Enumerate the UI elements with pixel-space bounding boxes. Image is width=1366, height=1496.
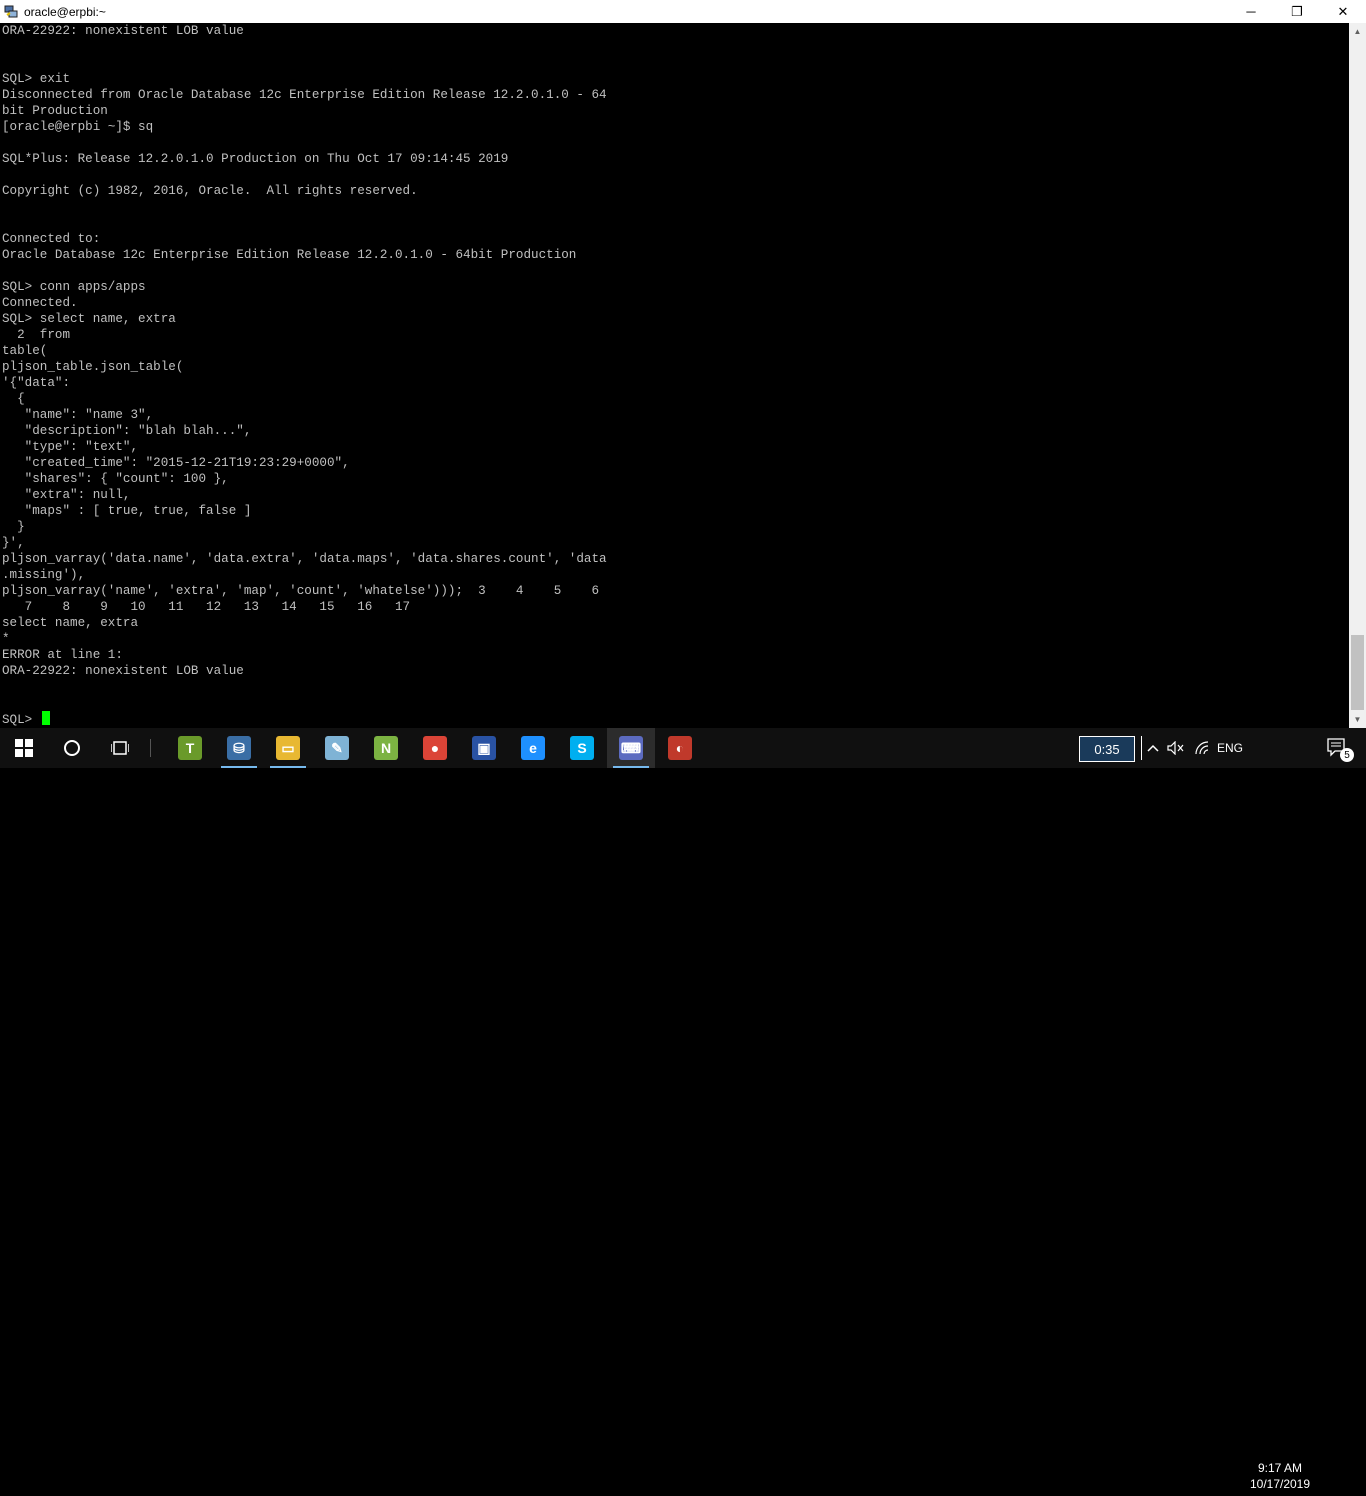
wifi-icon[interactable]: [1190, 728, 1214, 768]
terminal-line: select name, extra: [2, 616, 139, 630]
terminal-line: "description": "blah blah...",: [2, 424, 252, 438]
terminal-cursor: [41, 711, 50, 725]
task-view-icon: [111, 741, 129, 755]
sql-prompt: SQL>: [2, 713, 40, 727]
taskbar-app-skype[interactable]: S: [558, 728, 606, 768]
taskbar-app-notepad[interactable]: ✎: [313, 728, 361, 768]
terminal-line: .missing'),: [2, 568, 86, 582]
clock-time: 9:17 AM: [1257, 1461, 1303, 1475]
window-controls: ─ ❐ ✕: [1228, 0, 1366, 23]
terminal-line: {: [2, 392, 25, 406]
putty-icon: [3, 4, 19, 20]
taskbar-app-file-explorer[interactable]: ▭: [264, 728, 312, 768]
volume-muted-icon[interactable]: [1164, 728, 1188, 768]
save-icon: ▣: [472, 736, 496, 760]
internet-explorer-icon: e: [521, 736, 545, 760]
terminal-line: *: [2, 632, 10, 646]
terminal-line: ORA-22922: nonexistent LOB value: [2, 24, 244, 38]
terminal-line: "created_time": "2015-12-21T19:23:29+000…: [2, 456, 350, 470]
terminal-line: pljson_varray('name', 'extra', 'map', 'c…: [2, 584, 600, 598]
taskbar-app-network-drive[interactable]: ⛁: [215, 728, 263, 768]
restore-icon: ❐: [1291, 3, 1303, 19]
terminal-line: SQL> select name, extra: [2, 312, 176, 326]
putty-icon: ⌨: [619, 736, 643, 760]
taskbar-app-toad[interactable]: T: [166, 728, 214, 768]
terminal-line: Copyright (c) 1982, 2016, Oracle. All ri…: [2, 184, 418, 198]
taskbar-app-internet-explorer[interactable]: e: [509, 728, 557, 768]
terminal-line: 7 8 9 10 11 12 13 14 15 16 17: [2, 600, 411, 614]
minimize-button[interactable]: ─: [1228, 0, 1274, 23]
restore-button[interactable]: ❐: [1274, 0, 1320, 23]
scroll-up-icon[interactable]: ▲: [1349, 23, 1366, 40]
terminal-line: bit Production: [2, 104, 108, 118]
task-view-button[interactable]: [96, 728, 144, 768]
notepad-icon: ✎: [325, 736, 349, 760]
taskbar-separator: [148, 728, 152, 768]
terminal-line: Oracle Database 12c Enterprise Edition R…: [2, 248, 577, 262]
taskbar-app-putty[interactable]: ⌨: [607, 728, 655, 768]
terminal-line: "maps" : [ true, true, false ]: [2, 504, 252, 518]
terminal-line: pljson_varray('data.name', 'data.extra',…: [2, 552, 607, 566]
terminal-line: SQL> exit: [2, 72, 71, 86]
search-button[interactable]: [48, 728, 96, 768]
terminal-line: pljson_table.json_table(: [2, 360, 184, 374]
terminal-line: SQL*Plus: Release 12.2.0.1.0 Production …: [2, 152, 509, 166]
terminal-line: "name": "name 3",: [2, 408, 154, 422]
terminal-prompt-line[interactable]: SQL>: [2, 711, 50, 727]
clock-date: 10/17/2019: [1249, 1477, 1311, 1491]
taskbar-app-save[interactable]: ▣: [460, 728, 508, 768]
clock[interactable]: 9:17 AM 10/17/2019: [1246, 1456, 1314, 1496]
title-bar: oracle@erpbi:~ ─ ❐ ✕: [0, 0, 1366, 23]
close-button[interactable]: ✕: [1320, 0, 1366, 23]
skype-icon: S: [570, 736, 594, 760]
taskbar-app-chrome[interactable]: ●: [411, 728, 459, 768]
terminal-output[interactable]: ORA-22922: nonexistent LOB value SQL> exi…: [0, 23, 1349, 728]
terminal-line: Connected to:: [2, 232, 101, 246]
close-icon: ✕: [1337, 3, 1349, 19]
network-drive-icon: ⛁: [227, 736, 251, 760]
terminal-line: Disconnected from Oracle Database 12c En…: [2, 88, 607, 102]
terminal-line: ERROR at line 1:: [2, 648, 123, 662]
language-indicator[interactable]: ENG: [1214, 728, 1246, 768]
terminal-line: [oracle@erpbi ~]$ sq: [2, 120, 154, 134]
scroll-down-icon[interactable]: ▼: [1349, 711, 1366, 728]
cortana-icon: [64, 740, 80, 756]
chrome-icon: ●: [423, 736, 447, 760]
window-title: oracle@erpbi:~: [24, 4, 106, 19]
terminal-line: table(: [2, 344, 48, 358]
taskbar: T ⛁ ▭ ✎ N ● ▣ e S ⌨ ◐ 0:35 ENG 9:17 AM 10/17/2019 …: [0, 728, 1366, 1491]
timer-display[interactable]: 0:35: [1079, 736, 1135, 762]
minimize-icon: ─: [1246, 4, 1256, 19]
notepad-plus-plus-icon: N: [374, 736, 398, 760]
action-center-button[interactable]: 5: [1318, 728, 1358, 768]
terminal-line: "type": "text",: [2, 440, 139, 454]
scroll-thumb[interactable]: [1351, 635, 1364, 710]
terminal-line: }',: [2, 536, 25, 550]
terminal-line: "extra": null,: [2, 488, 131, 502]
show-hidden-icons-icon[interactable]: [1144, 728, 1162, 768]
file-explorer-icon: ▭: [276, 736, 300, 760]
terminal-line: "shares": { "count": 100 },: [2, 472, 229, 486]
windows-icon: [15, 739, 33, 757]
terminal-line: 2 from: [2, 328, 71, 342]
notification-count: 5: [1340, 748, 1354, 762]
taskbar-app-notepad-plus-plus[interactable]: N: [362, 728, 410, 768]
terminal-line: Connected.: [2, 296, 78, 310]
terminal-line: ORA-22922: nonexistent LOB value: [2, 664, 244, 678]
sql-developer-icon: ◐: [668, 736, 692, 760]
toad-icon: T: [178, 736, 202, 760]
terminal-line: '{"data":: [2, 376, 71, 390]
vertical-scrollbar[interactable]: ▲ ▼: [1349, 23, 1366, 728]
taskbar-app-sql-developer[interactable]: ◐: [656, 728, 704, 768]
terminal-line: SQL> conn apps/apps: [2, 280, 146, 294]
start-button[interactable]: [0, 728, 48, 768]
terminal-line: }: [2, 520, 25, 534]
